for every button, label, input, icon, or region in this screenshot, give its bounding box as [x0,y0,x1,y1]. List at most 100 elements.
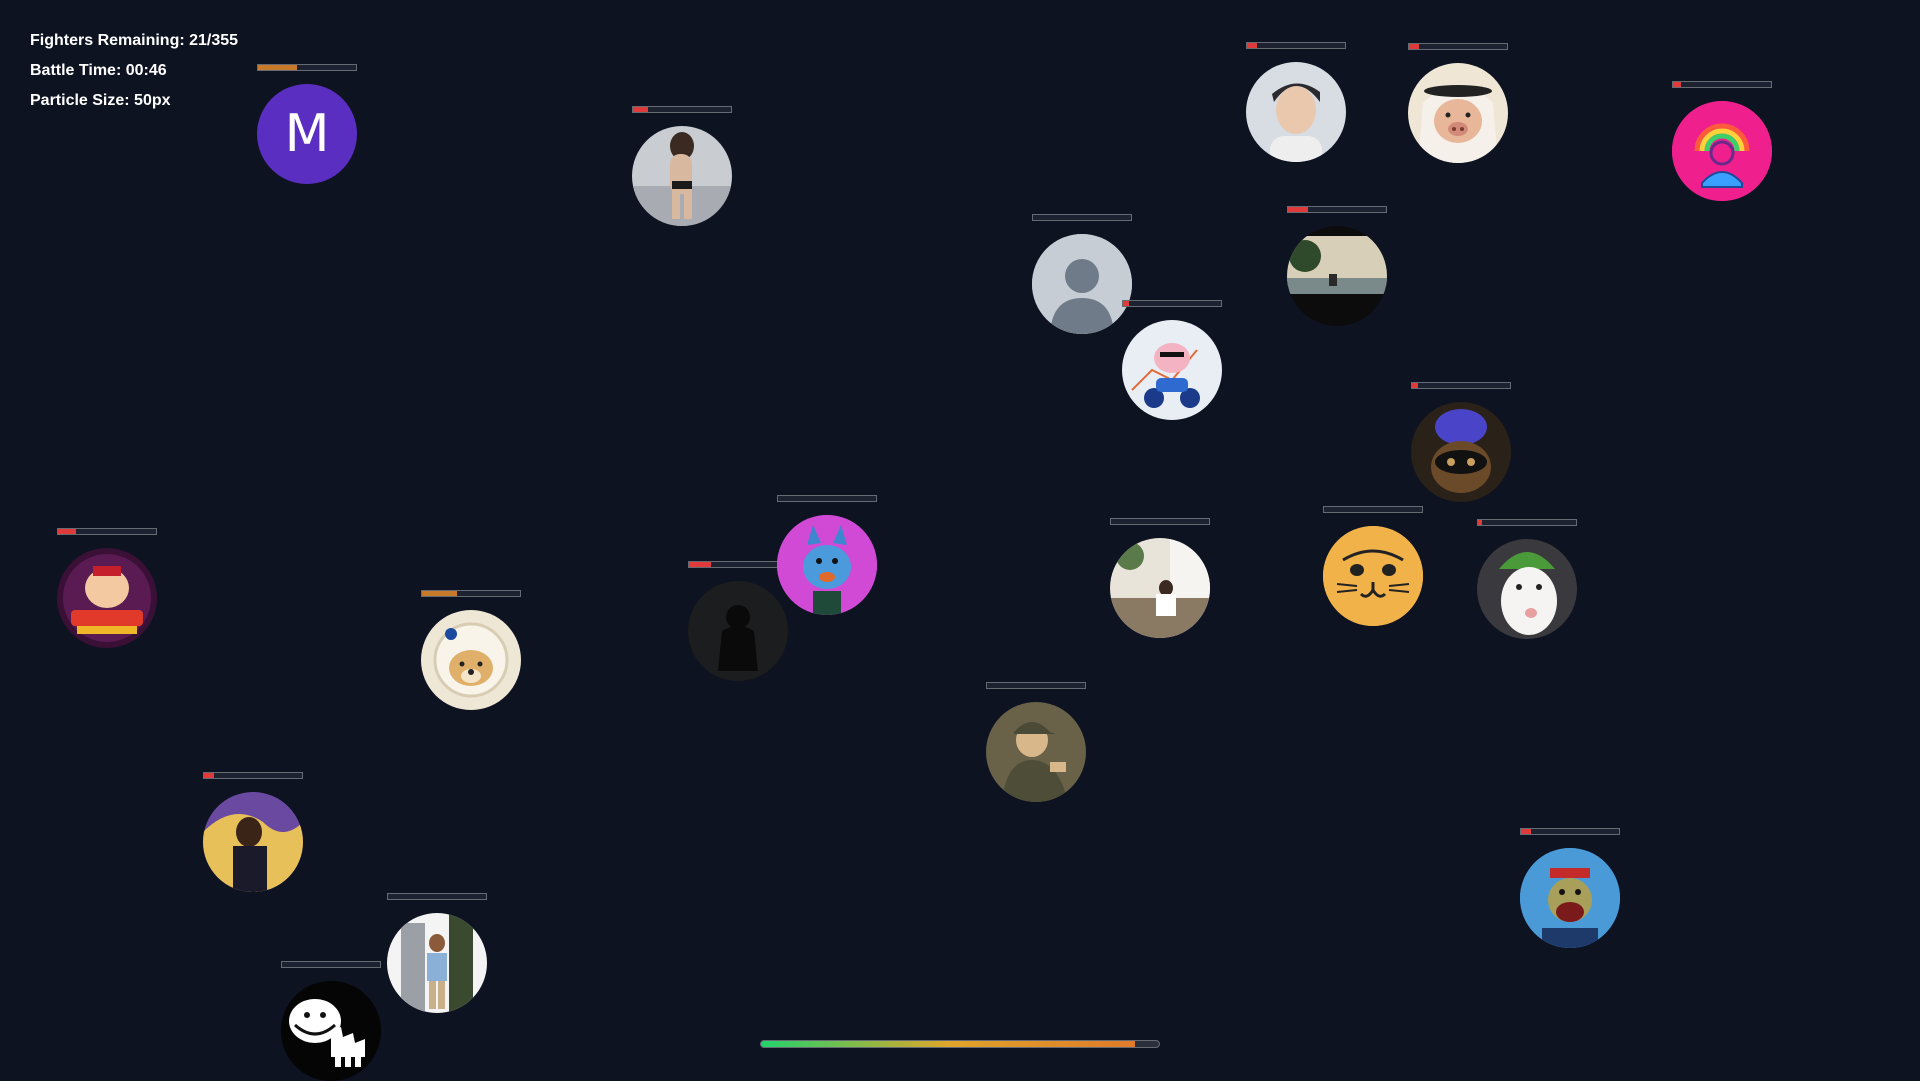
octopus-cat-icon [1411,402,1511,502]
fighter-beach-woman[interactable] [632,106,732,226]
avatar-illustration [1122,320,1222,420]
avatar-photo [632,126,732,226]
health-bar [1408,43,1508,50]
avatar-icon [1032,234,1132,334]
hud-stats: Fighters Remaining: 21/355 Battle Time: … [30,26,238,116]
health-bar [1672,81,1772,88]
fighter-party-man[interactable] [203,772,303,892]
avatar-illustration [57,548,157,648]
fighter-blue-octopus-cat[interactable] [1411,382,1511,502]
fighter-man-courtyard[interactable] [1110,518,1210,638]
avatar-letter: M [284,104,330,164]
health-bar [1122,300,1222,307]
shadow-beast-icon [688,581,788,681]
health-bar [387,893,487,900]
doge-astronaut-icon [421,610,521,710]
avatar-illustration [421,610,521,710]
party-photo-icon [203,792,303,892]
health-fill [1409,44,1419,49]
health-fill [422,591,458,596]
battle-arena: Fighters Remaining: 21/355 Battle Time: … [0,0,1920,1081]
health-bar [1110,518,1210,525]
health-bar [421,590,521,597]
health-fill [1247,43,1257,48]
health-bar [1323,506,1423,513]
avatar-photo [688,581,788,681]
fighter-boy-portrait[interactable] [1246,42,1346,162]
avatar-photo [1110,538,1210,638]
avatar-letter-m: M [257,84,357,184]
health-bar [1287,206,1387,213]
avatar-illustration [777,515,877,615]
health-fill [258,65,298,70]
avatar-illustration [1411,402,1511,502]
fighter-man-glass-door[interactable] [387,893,487,1013]
health-fill [1288,207,1308,212]
health-bar [1477,519,1577,526]
health-bar [986,682,1086,689]
dog-photo-icon [1477,539,1577,639]
fighter-dog-watermelon[interactable] [1477,519,1577,639]
fighter-troll-face[interactable] [281,961,381,1081]
battle-progress-fill [761,1041,1136,1047]
portrait-photo-icon [1246,62,1346,162]
health-bar [632,106,732,113]
pig-headdress-icon [1408,63,1508,163]
health-bar [777,495,877,502]
fighters-remaining: Fighters Remaining: 21/355 [30,32,239,49]
fighter-pig-motorbike[interactable] [1122,300,1222,420]
health-fill [1412,383,1418,388]
avatar-icon [1672,101,1772,201]
troll-face-icon [281,981,381,1081]
health-bar [281,961,381,968]
avatar-photo [387,913,487,1013]
health-fill [1123,301,1129,306]
fighter-shadow-beast[interactable] [688,561,788,681]
courtyard-photo-icon [1110,538,1210,638]
rainbow-smile-icon [1672,101,1772,201]
health-bar [1520,828,1620,835]
health-bar [57,528,157,535]
battle-time: Battle Time: 00:46 [30,62,167,79]
health-bar [1032,214,1132,221]
avatar-photo [1287,226,1387,326]
blue-cat-icon [777,515,877,615]
avatar-illustration [986,702,1086,802]
fighter-m-purple[interactable]: M [257,64,357,184]
fighter-pig-headdress[interactable] [1408,43,1508,163]
beach-photo-icon [632,126,732,226]
avatar-photo [1477,539,1577,639]
fighter-default-profile[interactable] [1032,214,1132,334]
health-fill [1521,829,1531,834]
avatar-illustration [1323,526,1423,626]
health-fill [204,773,214,778]
fighter-cap-man[interactable] [986,682,1086,802]
ape-icon [1520,848,1620,948]
fighter-ape-propeller[interactable] [1520,828,1620,948]
health-fill [633,107,648,112]
fighter-blue-cat-cartoon[interactable] [777,495,877,615]
cap-man-icon [986,702,1086,802]
default-user-icon [1032,234,1132,334]
avatar-photo [1246,62,1346,162]
fighter-doge-astronaut[interactable] [421,590,521,710]
battle-progress-bar [760,1040,1160,1048]
particle-size: Particle Size: 50px [30,92,171,109]
health-bar [688,561,788,568]
fighter-wrestler-reverse[interactable] [57,528,157,648]
health-bar [1246,42,1346,49]
landscape-photo-icon [1287,226,1387,326]
cat-face-icon [1323,526,1423,626]
pig-motorbike-icon [1122,320,1222,420]
avatar-illustration [1408,63,1508,163]
health-bar [203,772,303,779]
wrestler-icon [57,548,157,648]
fighter-rainbow-person[interactable] [1672,81,1772,201]
health-fill [689,562,711,567]
door-photo-icon [387,913,487,1013]
fighter-lake-sitter[interactable] [1287,206,1387,326]
avatar-icon [281,981,381,1081]
fighter-yellow-cat-face[interactable] [1323,506,1423,626]
health-fill [1673,82,1681,87]
avatar-illustration [1520,848,1620,948]
